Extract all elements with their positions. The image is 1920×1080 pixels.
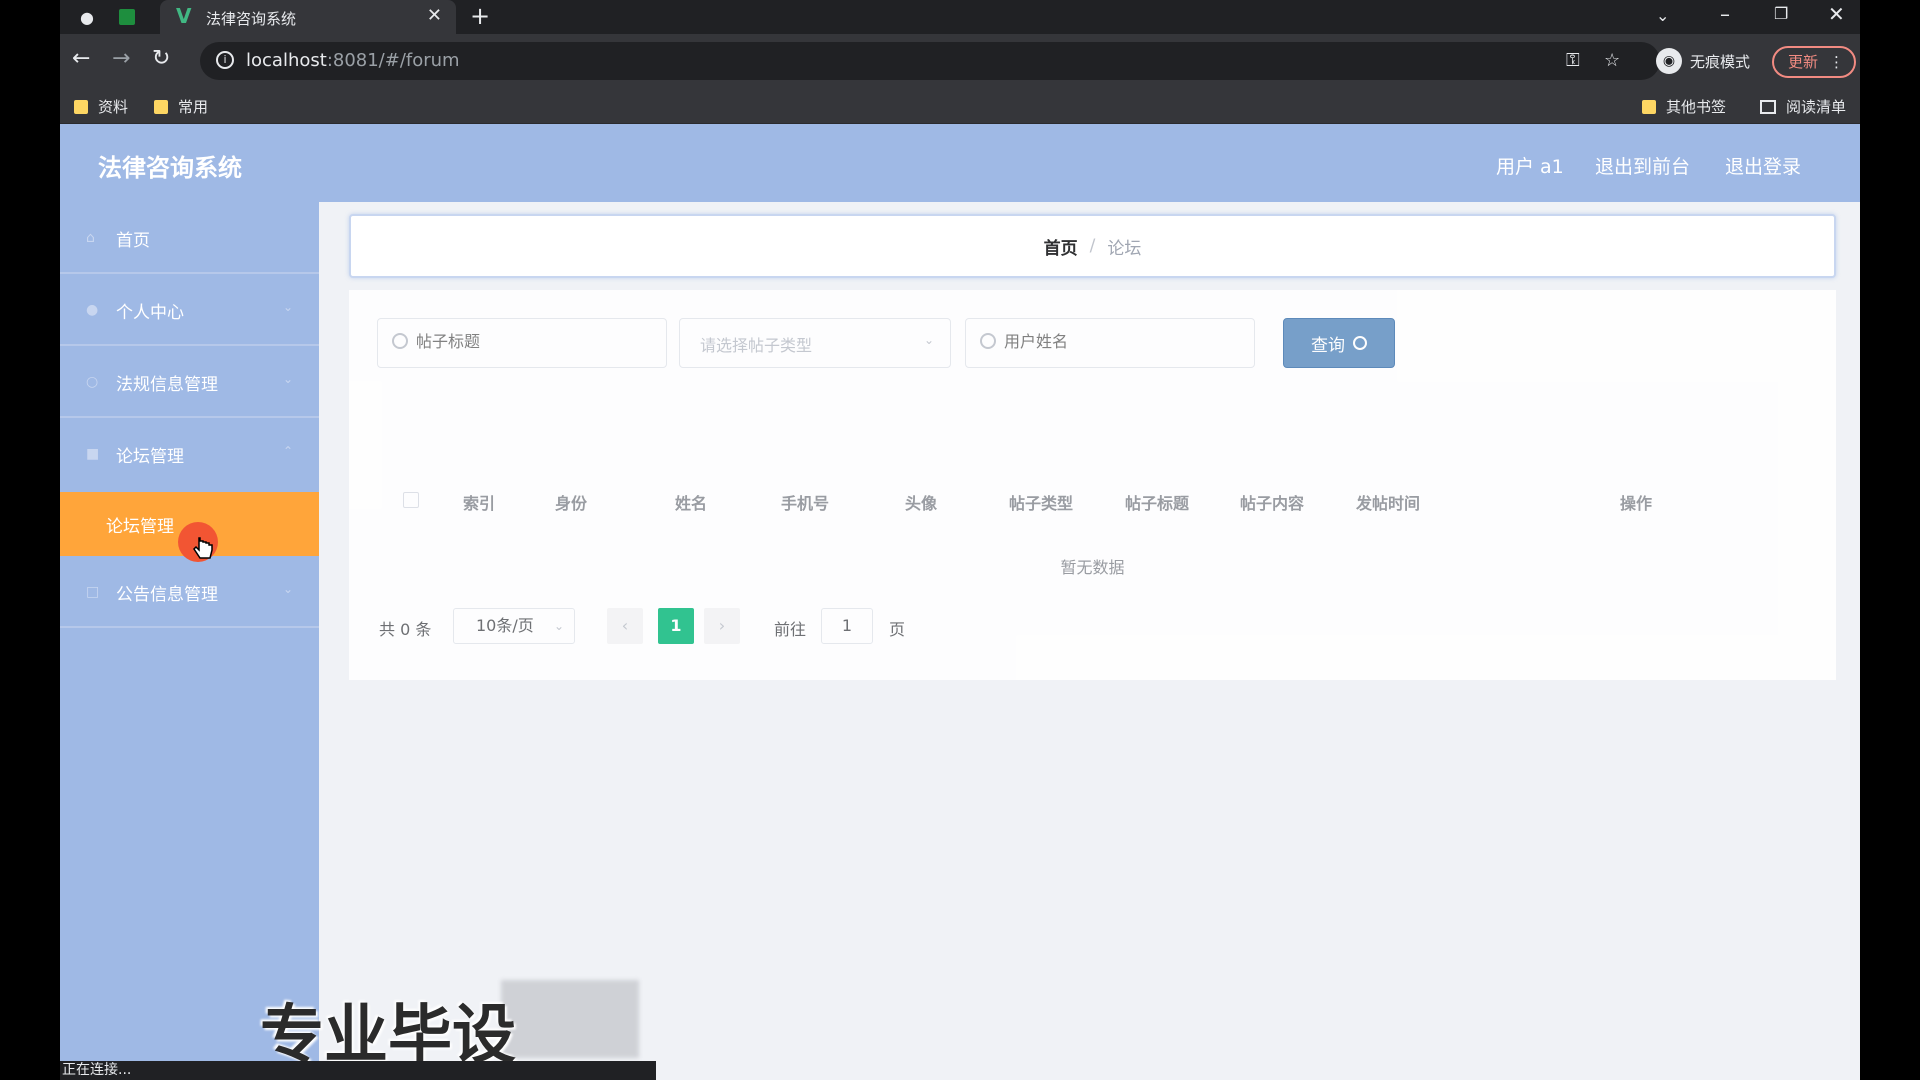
hand-cursor-icon — [193, 537, 213, 559]
site-info-icon[interactable]: i — [216, 51, 234, 69]
close-tab-icon[interactable]: ✕ — [427, 5, 442, 26]
post-title-input[interactable] — [416, 332, 616, 351]
page-suffix: 页 — [889, 620, 906, 639]
folder-icon — [154, 99, 168, 114]
goto-label: 前往 — [774, 620, 807, 639]
incognito-indicator[interactable]: ◉ 无痕模式 — [1656, 42, 1750, 80]
restore-icon[interactable]: ❐ — [1774, 4, 1788, 23]
update-button[interactable]: 更新 ⋮ — [1772, 46, 1856, 78]
reload-icon[interactable]: ↻ — [152, 46, 170, 71]
notice-icon: □ — [86, 584, 100, 600]
page-size-select[interactable]: 10条/页 ⌄ — [453, 608, 575, 644]
new-tab-icon[interactable]: + — [470, 2, 490, 30]
app-header: 法律咨询系统 用户 a1 退出到前台 退出登录 — [60, 124, 1860, 202]
vue-logo-icon: V — [176, 4, 192, 28]
sidebar-item-law-info[interactable]: ○ 法规信息管理 ⌄ — [60, 346, 319, 418]
browser-toolbar: ← → ↻ i localhost:8081/#/forum ⚿ ☆ ◉ 无痕模… — [60, 34, 1860, 88]
browser-window: ● V 法律咨询系统 ✕ + ⌄ – ❐ ✕ ← → ↻ i localhost… — [60, 0, 1860, 1080]
minimize-icon[interactable]: – — [1720, 2, 1730, 26]
chevron-down-icon: ⌄ — [282, 582, 293, 596]
pagination: 共 0 条 10条/页 ⌄ ‹ 1 › 前往 1 页 — [349, 608, 1836, 648]
address-bar[interactable]: i localhost:8081/#/forum ⚿ ☆ — [200, 42, 1660, 80]
breadcrumb-current: 论坛 — [1107, 238, 1142, 259]
close-window-icon[interactable]: ✕ — [1828, 2, 1845, 26]
url-text[interactable]: localhost:8081/#/forum — [246, 50, 460, 71]
folder-icon — [1642, 99, 1656, 114]
key-icon[interactable]: ⚿ — [1566, 50, 1580, 71]
sidebar-item-notice[interactable]: □ 公告信息管理 ⌄ — [60, 556, 319, 628]
user-name-input[interactable] — [1004, 332, 1204, 351]
blurred-watermark-area — [501, 980, 639, 1058]
current-page-number[interactable]: 1 — [658, 608, 694, 644]
select-all-checkbox[interactable] — [403, 492, 419, 508]
chevron-down-icon: ⌄ — [923, 333, 934, 347]
breadcrumb-separator: / — [1089, 236, 1096, 256]
bookmark-folder-changyong[interactable]: 常用 — [154, 96, 208, 117]
col-post-content: 帖子内容 — [1240, 494, 1305, 513]
sidebar-item-profile[interactable]: ● 个人中心 ⌄ — [60, 274, 319, 346]
user-icon: ● — [86, 302, 99, 318]
post-title-search[interactable] — [377, 318, 667, 368]
breadcrumb: 首页 / 论坛 — [351, 216, 1834, 276]
chevron-up-icon: ⌃ — [282, 444, 293, 458]
more-icon[interactable]: ⋮ — [1829, 48, 1844, 76]
query-button[interactable]: 查询 — [1283, 318, 1395, 368]
active-tab[interactable]: V 法律咨询系统 ✕ — [160, 0, 456, 34]
col-post-type: 帖子类型 — [1009, 494, 1074, 513]
brand-title: 法律咨询系统 — [98, 154, 242, 182]
chevron-down-icon: ⌄ — [553, 619, 564, 633]
reading-list[interactable]: 阅读清单 — [1760, 96, 1846, 117]
search-icon — [1353, 336, 1367, 350]
bookmark-other[interactable]: 其他书签 — [1642, 96, 1726, 117]
tab-search-icon[interactable]: ⌄ — [1656, 6, 1669, 25]
search-icon — [980, 333, 996, 349]
back-icon[interactable]: ← — [72, 46, 90, 71]
empty-data-text: 暂无数据 — [1060, 558, 1125, 577]
reading-list-icon — [1760, 99, 1776, 114]
tab-title: 法律咨询系统 — [206, 10, 297, 28]
chevron-down-icon: ⌄ — [282, 300, 293, 314]
col-avatar: 头像 — [905, 494, 938, 513]
browser-status-bar: 正在连接... — [60, 1061, 656, 1080]
sheet-app-icon[interactable] — [116, 6, 138, 28]
forum-icon: ■ — [86, 446, 100, 462]
folder-icon — [74, 99, 88, 114]
globe-icon[interactable]: ● — [76, 6, 98, 28]
law-icon: ○ — [86, 374, 99, 390]
home-icon: ⌂ — [86, 230, 95, 246]
user-name-search[interactable] — [965, 318, 1255, 368]
table-header: 索引 身份 姓名 手机号 头像 帖子类型 帖子标题 帖子内容 发帖时间 操作 — [369, 480, 1816, 520]
logout-link[interactable]: 退出登录 — [1725, 152, 1801, 179]
bookmark-folder-ziliao[interactable]: 资料 — [74, 96, 128, 117]
next-page-button[interactable]: › — [704, 608, 740, 644]
col-index: 索引 — [463, 494, 496, 513]
col-actions: 操作 — [1620, 494, 1653, 513]
pagination-total: 共 0 条 — [379, 620, 432, 639]
incognito-icon: ◉ — [1656, 48, 1682, 74]
app-page: 法律咨询系统 用户 a1 退出到前台 退出登录 ⌂ 首页 ● 个人中心 ⌄ ○ … — [60, 124, 1860, 1080]
search-icon — [392, 333, 408, 349]
forward-icon[interactable]: → — [112, 46, 130, 71]
post-type-select[interactable]: 请选择帖子类型 ⌄ — [679, 318, 951, 368]
breadcrumb-card: 首页 / 论坛 — [349, 214, 1836, 278]
col-post-title: 帖子标题 — [1125, 494, 1190, 513]
forum-content: 请选择帖子类型 ⌄ 查询 索引 身份 姓名 手机号 头像 帖子类型 帖子标题 帖… — [349, 290, 1836, 680]
col-name: 姓名 — [675, 494, 708, 513]
goto-page-input[interactable]: 1 — [821, 608, 873, 644]
star-icon[interactable]: ☆ — [1604, 50, 1620, 71]
col-phone: 手机号 — [781, 494, 830, 513]
prev-page-button[interactable]: ‹ — [607, 608, 643, 644]
col-post-time: 发帖时间 — [1356, 494, 1421, 513]
bookmarks-bar: 资料 常用 其他书签 阅读清单 — [60, 88, 1860, 124]
current-user: 用户 a1 — [1496, 156, 1564, 178]
col-identity: 身份 — [555, 494, 588, 513]
sidebar-item-home[interactable]: ⌂ 首页 — [60, 202, 319, 274]
sidebar: ⌂ 首页 ● 个人中心 ⌄ ○ 法规信息管理 ⌄ ■ 论坛管理 ⌃ 论坛管理 □… — [60, 202, 319, 1080]
chevron-down-icon: ⌄ — [282, 372, 293, 386]
sidebar-item-forum[interactable]: ■ 论坛管理 ⌃ — [60, 418, 319, 490]
exit-to-front-link[interactable]: 退出到前台 — [1595, 152, 1690, 179]
tab-bar: ● V 法律咨询系统 ✕ + ⌄ – ❐ ✕ — [60, 0, 1860, 34]
breadcrumb-home[interactable]: 首页 — [1044, 234, 1078, 259]
